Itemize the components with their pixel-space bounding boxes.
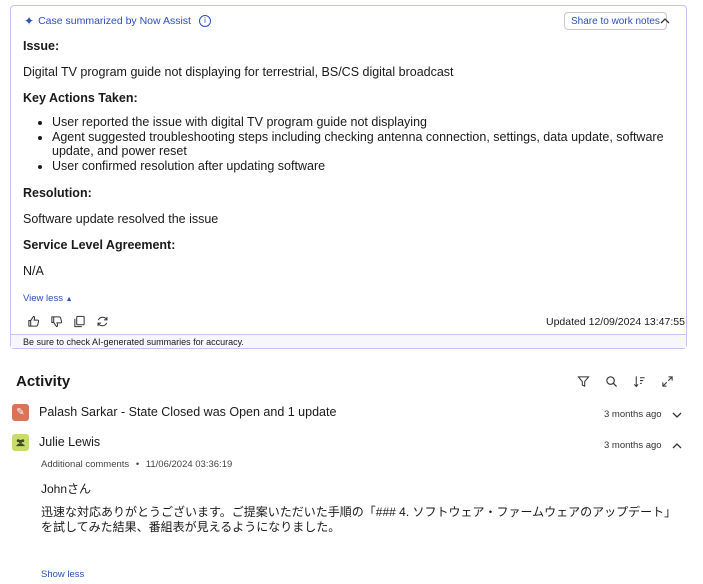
activity-entry-author: Julie Lewis xyxy=(39,435,101,449)
filter-icon[interactable] xyxy=(577,375,590,388)
thumbs-down-icon[interactable] xyxy=(50,315,63,328)
info-icon[interactable]: i xyxy=(198,15,211,27)
users-icon xyxy=(12,434,29,451)
view-less-link[interactable]: View less ▲ xyxy=(23,293,73,304)
view-less-label: View less xyxy=(23,293,63,304)
copy-icon[interactable] xyxy=(73,315,86,328)
resolution-heading: Resolution: xyxy=(23,186,92,200)
sla-heading: Service Level Agreement: xyxy=(23,238,176,252)
key-actions-list: User reported the issue with digital TV … xyxy=(23,115,692,173)
activity-entry-time: 3 months ago xyxy=(604,409,662,420)
activity-heading: Activity xyxy=(16,373,71,390)
activity-entry-title: Palash Sarkar - State Closed was Open an… xyxy=(39,405,337,419)
key-actions-heading: Key Actions Taken: xyxy=(23,91,138,105)
activity-toolbar xyxy=(577,375,674,388)
ai-summary-card: ✦ Case summarized by Now Assist i Share … xyxy=(10,5,687,349)
show-less-link[interactable]: Show less xyxy=(41,569,84,580)
refresh-icon[interactable] xyxy=(96,315,109,328)
resolution-text: Software update resolved the issue xyxy=(23,212,219,226)
issue-heading: Issue: xyxy=(23,39,60,53)
sla-text: N/A xyxy=(23,264,44,278)
comment-meta: Additional comments • 11/06/2024 03:36:1… xyxy=(41,459,232,470)
caret-up-icon: ▲ xyxy=(65,296,73,303)
issue-text: Digital TV program guide not displaying … xyxy=(23,65,454,79)
chevron-down-icon[interactable] xyxy=(671,409,683,421)
ai-summary-label: Case summarized by Now Assist xyxy=(38,15,191,27)
chevron-up-icon[interactable] xyxy=(671,440,683,452)
search-icon[interactable] xyxy=(605,375,618,388)
thumbs-up-icon[interactable] xyxy=(27,315,40,328)
sparkle-icon: ✦ xyxy=(24,14,35,28)
list-item: User confirmed resolution after updating… xyxy=(52,159,692,174)
feedback-actions xyxy=(27,315,109,328)
comment-timestamp: 11/06/2024 03:36:19 xyxy=(145,459,233,470)
ai-summary-header: ✦ Case summarized by Now Assist i xyxy=(24,14,211,28)
list-item: User reported the issue with digital TV … xyxy=(52,115,692,130)
comment-type: Additional comments xyxy=(41,459,130,470)
updated-timestamp: Updated 12/09/2024 13:47:55 xyxy=(546,316,685,328)
sort-icon[interactable] xyxy=(633,375,646,388)
activity-entry-time: 3 months ago xyxy=(604,440,662,451)
ai-disclaimer: Be sure to check AI-generated summaries … xyxy=(11,334,686,348)
list-item: Agent suggested troubleshooting steps in… xyxy=(52,130,692,159)
expand-icon[interactable] xyxy=(661,375,674,388)
share-to-work-notes-button[interactable]: Share to work notes xyxy=(564,12,667,30)
meta-separator: • xyxy=(135,459,140,470)
comment-body: 迅速な対応ありがとうございます。ご提案いただいた手順の「### 4. ソフトウェ… xyxy=(41,505,677,534)
chevron-up-icon[interactable] xyxy=(658,14,672,28)
comment-greeting: Johnさん xyxy=(41,482,92,496)
edit-icon: ✎ xyxy=(12,404,29,421)
